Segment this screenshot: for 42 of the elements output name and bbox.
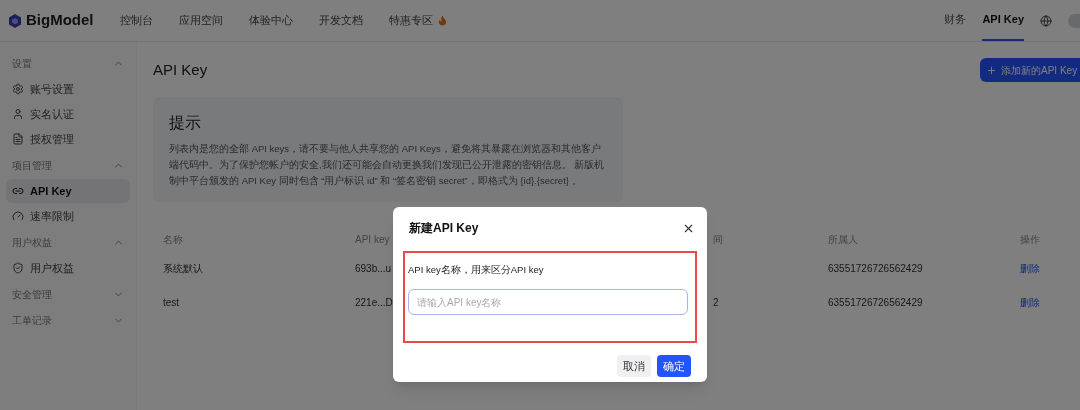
field-label: API key名称，用来区分API key	[408, 263, 545, 277]
sidebar-item[interactable]: 实名认证	[6, 102, 130, 126]
column-header: API key	[355, 233, 390, 245]
table-cell: 63551726726562429	[828, 262, 923, 274]
nav-link[interactable]: 特惠专区	[389, 12, 448, 29]
sidebar-item[interactable]: 账号设置	[6, 77, 130, 101]
delete-link[interactable]: 删除	[1020, 296, 1040, 308]
nav-tab[interactable]: 财务	[944, 0, 967, 41]
sidebar-item[interactable]: 用户权益	[6, 256, 130, 280]
confirm-button[interactable]: 确定	[657, 355, 691, 377]
sidebar-item[interactable]: 速率限制	[6, 204, 130, 228]
table-cell: 221e...D	[355, 296, 393, 308]
table-cell: 系统默认	[163, 262, 203, 274]
dialog-title: 新建API Key	[409, 220, 479, 237]
sidebar-item[interactable]: 授权管理	[6, 127, 130, 151]
nav-link[interactable]: 开发文档	[319, 12, 363, 29]
tip-text: 列表内是您的全部 API keys，请不要与他人共享您的 API Keys，避免将其暴露在浏览器和其他客户端代码中。为了保护您帐户的安全,我们还可能会自动更换我们发现已公开泄露的密钥信息。 新版机制中平台颁发的 API Key 同时包含 “用户标识 id” 和 “签名密钥 secret”，即格式为 {id}.{secret} 。	[169, 142, 606, 188]
link-icon	[12, 185, 24, 197]
plus-icon	[986, 64, 997, 76]
nav-link[interactable]: 控制台	[120, 12, 153, 29]
user-icon	[12, 108, 24, 120]
cancel-button[interactable]: 取消	[617, 355, 651, 377]
sidebar-item[interactable]: API Key	[6, 179, 130, 203]
document-icon	[12, 133, 24, 145]
logo-icon	[8, 13, 22, 28]
table-cell: 2	[713, 296, 719, 308]
table-cell: 693b...u	[355, 262, 392, 274]
brand-name[interactable]: BigModel	[26, 9, 94, 32]
gear-icon	[12, 83, 24, 95]
nav-link[interactable]: 应用空间	[179, 12, 223, 29]
table-cell: test	[163, 296, 180, 308]
nav-tab[interactable]: API Key	[982, 0, 1024, 41]
add-key-button[interactable]: 添加新的API Key	[980, 58, 1080, 82]
delete-link[interactable]: 删除	[1020, 262, 1040, 274]
gauge-icon	[12, 210, 24, 222]
table-cell: 63551726726562429	[828, 296, 923, 308]
key-name-input[interactable]: 请输入API key名称	[408, 289, 688, 316]
tip-title: 提示	[169, 113, 202, 133]
nav-link[interactable]: 体验中心	[249, 12, 293, 29]
globe-icon[interactable]	[1040, 14, 1052, 27]
shield-icon	[12, 262, 24, 274]
page-title: API Key	[153, 59, 208, 80]
